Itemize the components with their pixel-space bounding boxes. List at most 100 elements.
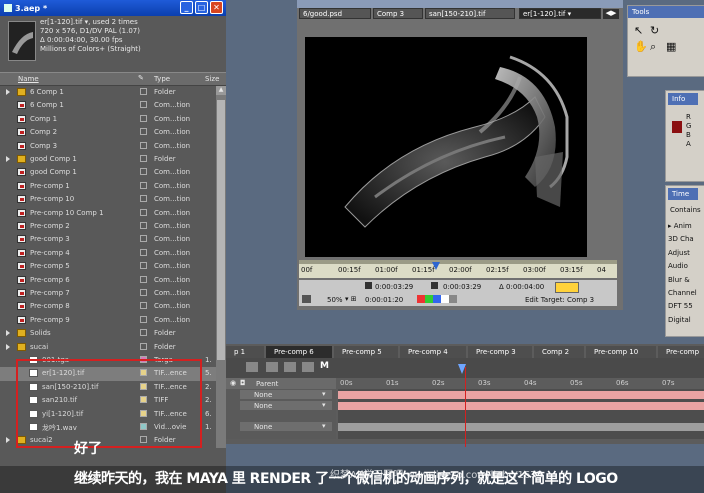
tab-scroll-icon[interactable]: ◀▶	[603, 9, 619, 19]
column-size[interactable]: Size	[205, 75, 219, 83]
project-item-row[interactable]: 6 Comp 1 Com...tion	[0, 99, 226, 112]
grid-icon[interactable]: ▾ ⊞	[345, 295, 357, 303]
twirl-arrow-icon[interactable]	[6, 89, 10, 95]
effects-category[interactable]: Audio	[668, 260, 704, 273]
close-button[interactable]: ✕	[210, 1, 223, 14]
timeline-tab[interactable]: Pre-comp 4	[400, 346, 466, 358]
effects-category[interactable]: 3D Cha	[668, 233, 704, 246]
project-item-row[interactable]: 6 Comp 1 Folder	[0, 86, 226, 99]
channel-buttons[interactable]	[417, 295, 457, 303]
project-item-row[interactable]: Pre-comp 1 Com...tion	[0, 180, 226, 193]
project-item-row[interactable]: Pre-comp 4 Com...tion	[0, 247, 226, 260]
info-tab[interactable]: Info	[668, 93, 698, 105]
tools-title[interactable]: Tools	[628, 6, 704, 18]
project-item-row[interactable]: Comp 2 Com...tion	[0, 126, 226, 139]
layer-parent-dropdown[interactable]: None ▾	[240, 422, 332, 431]
comp-render-area[interactable]	[305, 37, 587, 257]
maximize-button[interactable]: □	[195, 1, 208, 14]
timeline-tab[interactable]: p 1	[226, 346, 264, 358]
label-color-swatch[interactable]	[140, 262, 147, 270]
timeline-tab[interactable]: Pre-comp	[658, 346, 704, 358]
label-color-swatch[interactable]	[140, 342, 147, 350]
current-time-value[interactable]: 0:00:03:29	[375, 283, 413, 291]
layer-parent-dropdown[interactable]: None ▾	[240, 390, 332, 399]
project-item-row[interactable]: Solids Folder	[0, 327, 226, 340]
project-item-row[interactable]: Comp 3 Com...tion	[0, 140, 226, 153]
time-tab[interactable]: Time	[668, 188, 698, 200]
column-name[interactable]: Name	[18, 75, 39, 83]
current-time-indicator[interactable]	[432, 262, 440, 270]
timeline-tab[interactable]: Pre-comp 6	[266, 346, 332, 358]
playhead-handle[interactable]	[458, 364, 466, 374]
zoom-dropdown[interactable]: 50%	[327, 296, 343, 304]
comp-flowchart-icon[interactable]	[302, 295, 311, 303]
eye-icon[interactable]: ◉	[230, 379, 236, 387]
project-item-row[interactable]: Pre-comp 10 Comp 1 Com...tion	[0, 207, 226, 220]
label-color-swatch[interactable]	[140, 222, 147, 229]
label-color-swatch[interactable]	[140, 101, 147, 109]
time-ruler[interactable]: 00f 00:15f 01:00f 01:15f 02:00f 02:15f 03:00f 0…	[299, 260, 617, 278]
timeline-tab[interactable]: Pre-comp 5	[334, 346, 398, 358]
rotate-tool-icon[interactable]: ↻	[650, 24, 659, 37]
project-item-row[interactable]: Comp 1 Com...tion	[0, 113, 226, 126]
project-title-bar[interactable]: 3.aep * _ □ ✕	[0, 0, 226, 16]
project-item-row[interactable]: Pre-comp 7 Com...tion	[0, 287, 226, 300]
twirl-arrow-icon[interactable]	[6, 330, 10, 337]
timeline-tool-icon[interactable]	[246, 362, 258, 372]
timeline-tool-icon[interactable]	[266, 362, 278, 372]
project-scrollbar[interactable]: ▲	[216, 86, 226, 448]
label-color-swatch[interactable]	[140, 315, 147, 323]
project-item-row[interactable]: sucai Folder	[0, 341, 226, 354]
effects-category[interactable]: ▸ Anim	[668, 220, 704, 233]
project-item-row[interactable]: Pre-comp 10 Com...tion	[0, 193, 226, 206]
comp-tab[interactable]: san[150-210].tif	[425, 8, 515, 19]
playhead-line[interactable]	[465, 367, 466, 447]
timecode-field[interactable]: 0:00:01:20	[365, 296, 403, 304]
timeline-tool-icon[interactable]	[284, 362, 296, 372]
project-item-row[interactable]: Pre-comp 2 Com...tion	[0, 220, 226, 233]
label-color-swatch[interactable]	[140, 248, 147, 256]
project-item-row[interactable]: Pre-comp 6 Com...tion	[0, 274, 226, 287]
effects-category[interactable]: Channel	[668, 287, 704, 300]
motion-blur-icon[interactable]: M	[320, 361, 329, 371]
render-button[interactable]	[555, 282, 579, 293]
timeline-tab[interactable]: Pre-comp 3	[468, 346, 532, 358]
label-color-swatch[interactable]	[140, 195, 147, 203]
scroll-thumb[interactable]	[217, 100, 225, 360]
comp-tab[interactable]: 6/good.psd	[299, 8, 371, 19]
current-time-value-2[interactable]: 0:00:03:29	[443, 283, 481, 291]
label-color-swatch[interactable]	[140, 329, 147, 337]
twirl-arrow-icon[interactable]	[6, 343, 10, 350]
comp-tab-active[interactable]: er[1-120].tif ▾	[519, 8, 601, 19]
label-color-swatch[interactable]	[140, 141, 147, 149]
column-type[interactable]: Type	[154, 75, 170, 83]
effects-category[interactable]: Adjust	[668, 247, 704, 260]
zoom-tool-icon[interactable]: ⌕	[650, 40, 656, 54]
camera-tool-icon[interactable]: ▦	[666, 40, 676, 53]
label-color-swatch[interactable]	[140, 155, 147, 162]
effects-category[interactable]: DFT 55	[668, 300, 704, 313]
project-item-row[interactable]: good Comp 1 Folder	[0, 153, 226, 166]
twirl-arrow-icon[interactable]	[6, 156, 10, 162]
label-color-swatch[interactable]	[140, 302, 147, 310]
effects-category[interactable]: Blur &	[668, 274, 704, 287]
project-item-row[interactable]: good Comp 1 Com...tion	[0, 166, 226, 179]
go-start-button[interactable]	[365, 282, 372, 289]
label-color-swatch[interactable]	[140, 235, 147, 243]
layer-bar[interactable]	[338, 391, 704, 399]
project-item-row[interactable]: Pre-comp 5 Com...tion	[0, 260, 226, 273]
layer-parent-dropdown[interactable]: None ▾	[240, 401, 332, 410]
effects-category[interactable]: Digital	[668, 314, 704, 327]
project-item-row[interactable]: Pre-comp 8 Com...tion	[0, 300, 226, 313]
scroll-up-arrow[interactable]: ▲	[216, 86, 226, 95]
label-color-swatch[interactable]	[140, 289, 147, 296]
timeline-tab[interactable]: Comp 2	[534, 346, 584, 358]
label-color-swatch[interactable]	[140, 128, 147, 136]
label-color-swatch[interactable]	[140, 208, 147, 216]
comp-tab[interactable]: Comp 3	[373, 8, 423, 19]
comp-title-bar[interactable]	[297, 0, 623, 8]
work-area-bar[interactable]	[299, 260, 617, 264]
label-color-swatch[interactable]	[140, 88, 147, 95]
layer-bar[interactable]	[338, 423, 704, 431]
layer-bar[interactable]	[338, 402, 704, 410]
